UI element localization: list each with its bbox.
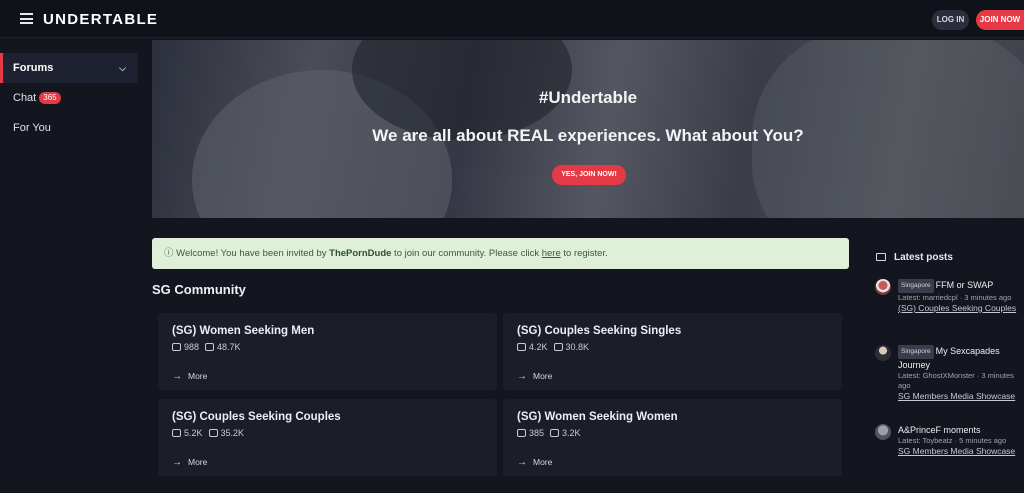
more-link[interactable]: → More — [517, 457, 552, 468]
forum-stats: 4.2K 30.8K — [517, 342, 589, 352]
forum-title[interactable]: (SG) Women Seeking Men — [172, 325, 314, 337]
forum-title[interactable]: (SG) Couples Seeking Couples — [172, 411, 341, 423]
latest-post-item[interactable]: Singapore My Sexcapades Journey Latest: G… — [875, 345, 1024, 415]
more-link[interactable]: → More — [172, 371, 207, 382]
post-count: 48.7K — [217, 342, 241, 352]
speech-bubble-icon — [172, 429, 181, 437]
section-title: SG Community — [152, 282, 246, 297]
post-forum-link[interactable]: SG Members Media Showcase — [898, 391, 1024, 402]
speech-bubble-icon — [517, 343, 526, 351]
brand-logo[interactable]: UNDERTABLE — [43, 11, 158, 28]
post-title[interactable]: FFM or SWAP — [936, 280, 994, 290]
sidebar: Forums ⌵ Chat 365 For You — [0, 38, 140, 493]
prefix-tag[interactable]: Singapore — [898, 279, 934, 293]
avatar[interactable] — [875, 424, 891, 440]
arrow-right-icon: → — [172, 371, 182, 382]
sidebar-item-label: Chat — [13, 92, 37, 104]
post-title[interactable]: A&PrinceF moments — [898, 424, 1024, 436]
forum-stats: 5.2K 35.2K — [172, 428, 244, 438]
speech-bubbles-icon — [208, 429, 218, 437]
post-forum-link[interactable]: (SG) Couples Seeking Couples — [898, 303, 1024, 314]
avatar[interactable] — [875, 279, 891, 295]
arrow-right-icon: → — [517, 457, 527, 468]
thread-count: 4.2K — [529, 342, 548, 352]
speech-bubbles-icon — [553, 343, 563, 351]
more-label: More — [188, 371, 208, 381]
sidebar-item-label: For You — [13, 122, 51, 134]
sidebar-item-for-you[interactable]: For You — [0, 113, 138, 143]
hero-subtitle: We are all about REAL experiences. What … — [372, 126, 804, 145]
forum-card[interactable]: (SG) Women Seeking Women 385 3.2K → More — [503, 399, 842, 476]
latest-posts-header: Latest posts — [876, 252, 953, 263]
more-label: More — [533, 371, 553, 381]
hero-join-button[interactable]: YES, JOIN NOW! — [552, 165, 626, 185]
forum-card[interactable]: (SG) Couples Seeking Couples 5.2K 35.2K →… — [158, 399, 497, 476]
post-meta: Latest: Toybeatz · 5 minutes ago — [898, 436, 1007, 445]
post-meta: Latest: GhostXMonster · 3 minutes ago — [898, 371, 1014, 390]
speech-bubble-icon — [172, 343, 181, 351]
speech-bubble-icon — [517, 429, 526, 437]
inviter-name: ThePornDude — [329, 248, 392, 259]
post-forum-link[interactable]: SG Members Media Showcase — [898, 446, 1024, 457]
speech-bubbles-icon — [205, 343, 215, 351]
post-meta: Latest: marriedcpl · 3 minutes ago — [898, 293, 1012, 302]
post-count: 30.8K — [565, 342, 590, 352]
welcome-notice: ⓘ Welcome! You have been invited by TheP… — [152, 238, 849, 269]
more-label: More — [533, 457, 553, 467]
sidebar-item-label: Forums — [13, 62, 54, 74]
join-now-button[interactable]: JOIN NOW — [976, 10, 1024, 30]
thread-count: 5.2K — [184, 428, 203, 438]
notice-text: to join our community. Please click — [391, 248, 542, 259]
speech-bubbles-icon — [550, 429, 560, 437]
more-link[interactable]: → More — [517, 371, 552, 382]
more-label: More — [188, 457, 208, 467]
latest-post-item[interactable]: Singapore FFM or SWAP Latest: marriedcpl … — [875, 279, 1024, 335]
latest-post-item[interactable]: A&PrinceF moments Latest: Toybeatz · 5 m… — [875, 424, 1024, 480]
forum-title[interactable]: (SG) Women Seeking Women — [517, 411, 678, 423]
notice-text: to register. — [560, 248, 608, 259]
sidebar-item-forums[interactable]: Forums ⌵ — [0, 53, 138, 83]
thread-count: 988 — [184, 342, 200, 352]
hero-title: #Undertable — [538, 88, 638, 107]
login-button[interactable]: LOG IN — [932, 10, 969, 30]
post-count: 35.2K — [220, 428, 245, 438]
arrow-right-icon: → — [172, 457, 182, 468]
chat-count-badge: 365 — [39, 92, 61, 104]
avatar[interactable] — [875, 345, 891, 361]
post-count: 3.2K — [562, 428, 581, 438]
forum-title[interactable]: (SG) Couples Seeking Singles — [517, 325, 681, 337]
register-link[interactable]: here — [542, 248, 561, 259]
forum-card[interactable]: (SG) Women Seeking Men 988 48.7K → More — [158, 313, 497, 390]
sidebar-item-chat[interactable]: Chat 365 — [0, 83, 138, 113]
hero-banner: #Undertable We are all about REAL experi… — [152, 40, 1024, 218]
post-title-row: Singapore My Sexcapades Journey — [898, 345, 1024, 371]
forum-card[interactable]: (SG) Couples Seeking Singles 4.2K 30.8K →… — [503, 313, 842, 390]
speech-bubble-icon — [876, 253, 886, 261]
top-bar: UNDERTABLE LOG IN JOIN NOW — [0, 0, 1024, 38]
post-title-row: Singapore FFM or SWAP — [898, 279, 1024, 293]
prefix-tag[interactable]: Singapore — [898, 345, 934, 359]
thread-count: 385 — [529, 428, 545, 438]
forum-stats: 385 3.2K — [517, 428, 581, 438]
notice-text: Welcome! You have been invited by — [176, 248, 330, 259]
arrow-right-icon: → — [517, 371, 527, 382]
forum-stats: 988 48.7K — [172, 342, 241, 352]
more-link[interactable]: → More — [172, 457, 207, 468]
latest-posts-title: Latest posts — [894, 252, 953, 263]
hamburger-icon[interactable] — [20, 13, 33, 24]
chevron-down-icon[interactable]: ⌵ — [119, 53, 126, 83]
info-circle-icon: ⓘ — [164, 248, 174, 259]
